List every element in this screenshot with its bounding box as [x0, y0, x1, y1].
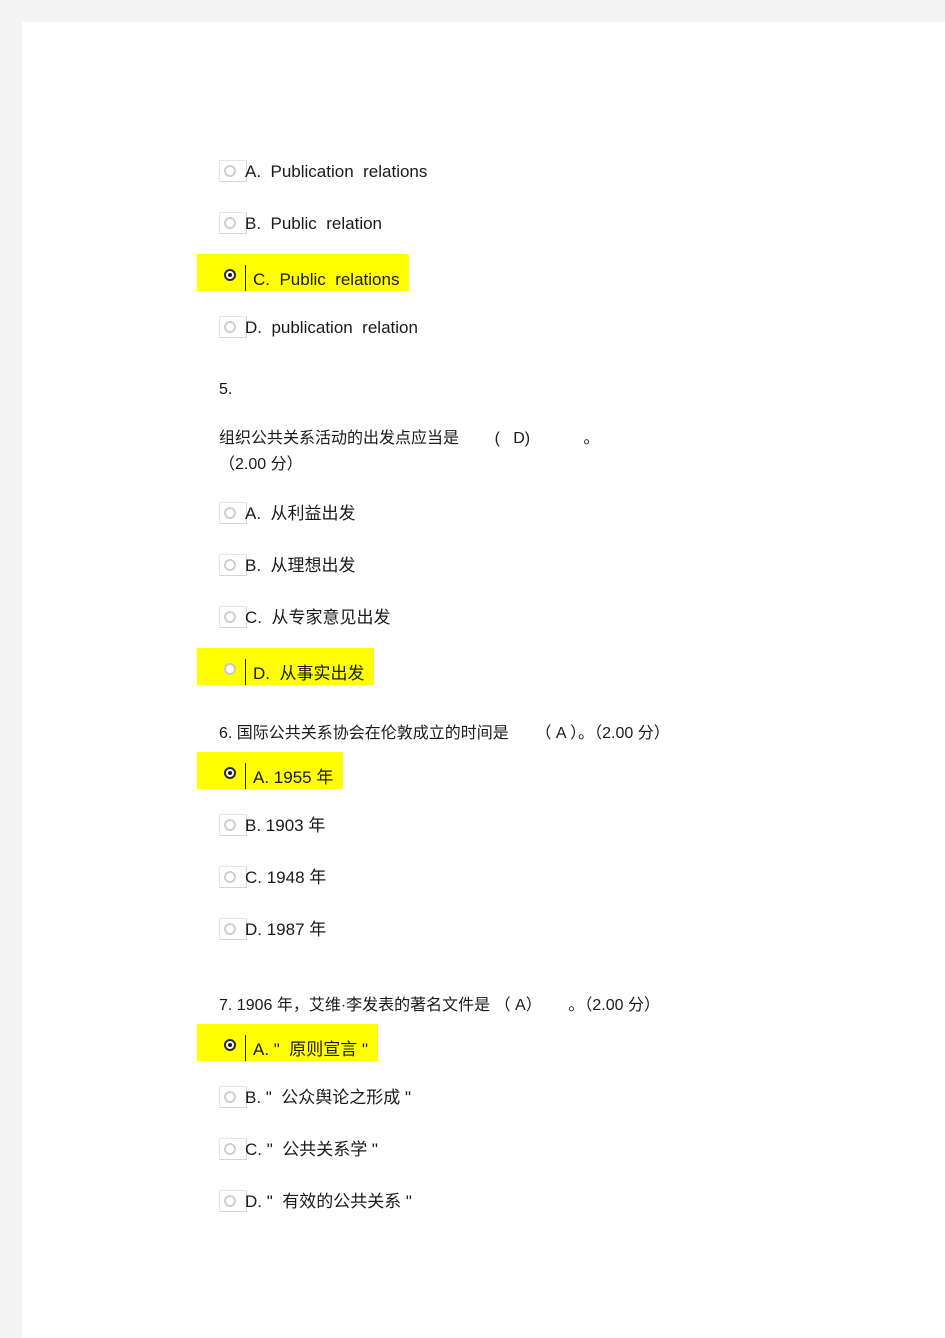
radio-icon[interactable] — [224, 507, 236, 519]
radio-button-container[interactable] — [219, 212, 247, 234]
option-row[interactable]: B. 从理想出发 — [197, 544, 937, 596]
radio-button-container[interactable] — [219, 814, 247, 836]
question-block-5: 5. 组织公共关系活动的出发点应当是 ( D) 。 （2.00 分） A. 从利… — [197, 380, 937, 700]
highlight-wrapper: D. 从事实出发 — [197, 648, 375, 685]
question-number: 5. — [219, 381, 233, 398]
question-block-7: 7. 1906 年，艾维·李发表的著名文件是 （ A） 。（2.00 分） A.… — [197, 994, 937, 1232]
highlight-wrapper: A. 1955 年 — [197, 752, 344, 789]
radio-icon[interactable] — [224, 1195, 236, 1207]
radio-icon[interactable] — [224, 321, 236, 333]
option-row[interactable]: C. 从专家意见出发 — [197, 596, 937, 648]
radio-icon[interactable] — [224, 559, 236, 571]
option-text: A. 1955 年 — [253, 768, 334, 787]
radio-icon[interactable] — [224, 923, 236, 935]
option-row[interactable]: B. Public relation — [197, 202, 937, 254]
option-row-selected[interactable]: C. Public relations — [197, 254, 937, 306]
radio-button-container[interactable] — [219, 866, 247, 888]
option-row[interactable]: D. " 有效的公共关系 " — [197, 1180, 937, 1232]
option-label: D. 从事实出发 — [245, 659, 374, 685]
radio-button-container[interactable] — [219, 762, 247, 784]
option-row-selected[interactable]: A. 1955 年 — [197, 752, 937, 804]
option-label: D. 1987 年 — [245, 920, 327, 939]
radio-icon[interactable] — [224, 1143, 236, 1155]
option-label: D. " 有效的公共关系 " — [245, 1192, 412, 1211]
radio-icon[interactable] — [224, 663, 236, 675]
radio-icon-selected[interactable] — [224, 767, 236, 779]
option-label: B. Public relation — [245, 214, 383, 233]
option-label: B. 1903 年 — [245, 816, 326, 835]
option-label: B. 从理想出发 — [245, 556, 356, 575]
option-text: A. " 原则宣言 " — [253, 1040, 369, 1059]
question-block-6: 6. 国际公共关系协会在伦敦成立的时间是 （ A ）。（2.00 分） A. 1… — [197, 722, 937, 960]
option-row[interactable]: B. " 公众舆论之形成 " — [197, 1076, 937, 1128]
text-cursor — [245, 763, 246, 789]
radio-button-container[interactable] — [219, 1138, 247, 1160]
radio-button-container[interactable] — [219, 160, 247, 182]
radio-icon[interactable] — [224, 1091, 236, 1103]
option-text: D. 从事实出发 — [253, 664, 365, 683]
radio-button-container[interactable] — [219, 1034, 247, 1056]
option-label: D. publication relation — [245, 318, 418, 337]
radio-icon[interactable] — [224, 217, 236, 229]
option-label: B. " 公众舆论之形成 " — [245, 1088, 412, 1107]
option-row-selected[interactable]: A. " 原则宣言 " — [197, 1024, 937, 1076]
radio-button-container[interactable] — [219, 1086, 247, 1108]
question-points: （2.00 分） — [219, 456, 303, 473]
option-label: C. " 公共关系学 " — [245, 1140, 378, 1159]
radio-button-container[interactable] — [219, 658, 247, 680]
radio-button-container[interactable] — [219, 316, 247, 338]
document-page: A. Publication relations B. Public relat… — [22, 22, 945, 1338]
option-label: A. 1955 年 — [245, 763, 343, 789]
option-label: C. 1948 年 — [245, 868, 327, 887]
option-row[interactable]: D. 1987 年 — [197, 908, 937, 960]
text-cursor — [245, 1035, 246, 1061]
radio-icon[interactable] — [224, 871, 236, 883]
radio-icon[interactable] — [224, 819, 236, 831]
option-row-highlighted[interactable]: D. 从事实出发 — [197, 648, 937, 700]
radio-icon[interactable] — [224, 165, 236, 177]
option-text: C. Public relations — [253, 270, 400, 289]
text-cursor — [245, 265, 246, 291]
option-label: C. 从专家意见出发 — [245, 608, 391, 627]
highlight-wrapper: C. Public relations — [197, 254, 410, 291]
radio-icon[interactable] — [224, 611, 236, 623]
option-row[interactable]: B. 1903 年 — [197, 804, 937, 856]
question-stem: 7. 1906 年，艾维·李发表的著名文件是 （ A） 。（2.00 分） — [219, 997, 660, 1014]
option-label: A. 从利益出发 — [245, 504, 356, 523]
option-label: A. " 原则宣言 " — [245, 1035, 378, 1061]
text-cursor — [245, 659, 246, 685]
document-content: A. Publication relations B. Public relat… — [197, 22, 937, 1232]
option-row[interactable]: A. 从利益出发 — [197, 492, 937, 544]
radio-button-container[interactable] — [219, 1190, 247, 1212]
radio-button-container[interactable] — [219, 606, 247, 628]
option-row[interactable]: A. Publication relations — [197, 150, 937, 202]
question-stem: 组织公共关系活动的出发点应当是 ( D) 。 — [219, 430, 600, 447]
radio-icon-selected[interactable] — [224, 1039, 236, 1051]
option-label: A. Publication relations — [245, 162, 428, 181]
option-row[interactable]: C. " 公共关系学 " — [197, 1128, 937, 1180]
option-row[interactable]: C. 1948 年 — [197, 856, 937, 908]
radio-icon-selected[interactable] — [224, 269, 236, 281]
radio-button-container[interactable] — [219, 918, 247, 940]
radio-button-container[interactable] — [219, 264, 247, 286]
radio-button-container[interactable] — [219, 502, 247, 524]
option-row[interactable]: D. publication relation — [197, 306, 937, 358]
option-label: C. Public relations — [245, 265, 409, 291]
radio-button-container[interactable] — [219, 554, 247, 576]
highlight-wrapper: A. " 原则宣言 " — [197, 1024, 379, 1061]
question-block-4: A. Publication relations B. Public relat… — [197, 150, 937, 358]
question-stem: 6. 国际公共关系协会在伦敦成立的时间是 （ A ）。（2.00 分） — [219, 725, 670, 742]
